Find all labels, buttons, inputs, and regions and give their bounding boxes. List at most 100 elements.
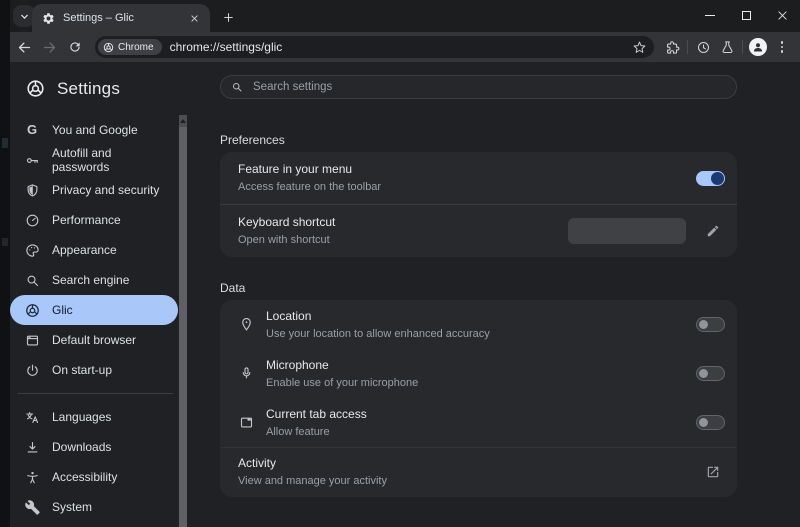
section-label-data: Data [220,281,246,295]
labs-beaker-icon [721,40,733,53]
profile-button[interactable] [746,35,770,59]
sidebar-item-autofill[interactable]: Autofill and passwords [10,145,178,175]
settings-sidebar: Settings G You and Google Autofill and p… [10,62,179,527]
close-window-button[interactable] [764,0,800,30]
row-current-tab-access: Current tab access Allow feature [220,398,737,447]
sidebar-item-label: Performance [52,213,121,227]
row-subtitle: Access feature on the toolbar [238,181,382,193]
edit-shortcut-button[interactable] [701,219,725,243]
sidebar-separator [18,393,173,394]
sidebar-item-label: Accessibility [52,470,118,484]
sidebar-item-default-browser[interactable]: Default browser [10,325,178,355]
kebab-menu-icon [780,41,784,53]
current-tab-toggle[interactable] [696,415,725,430]
toolbar-separator [742,40,743,54]
settings-page: Settings G You and Google Autofill and p… [10,62,800,527]
back-icon [18,42,31,52]
sidebar-item-appearance[interactable]: Appearance [10,235,178,265]
row-location: Location Use your location to allow enha… [220,300,737,349]
chrome-logo-icon [103,42,114,52]
gear-icon [43,12,54,24]
settings-content: Preferences Feature in your menu Access … [187,62,800,527]
toggle-knob [699,369,708,378]
close-icon [190,14,198,22]
keyboard-shortcut-input[interactable] [568,218,686,244]
chrome-window: Settings – Glic Chrome chrome://settings… [10,0,800,527]
address-bar[interactable]: Chrome chrome://settings/glic [95,36,654,58]
sidebar-item-label: Default browser [52,333,137,347]
tab-close-button[interactable] [186,10,202,26]
browser-tab-icon [238,415,254,431]
search-input[interactable] [251,80,726,94]
sidebar-item-label: Appearance [52,243,117,257]
extensions-button[interactable] [660,35,684,59]
minimize-button[interactable] [692,0,728,30]
sidebar-scrollbar[interactable] [179,115,187,527]
accessibility-person-icon [24,469,40,485]
bookmark-star-button[interactable] [633,41,646,54]
feature-in-menu-toggle[interactable] [696,170,725,186]
microphone-toggle[interactable] [696,366,725,381]
maximize-button[interactable] [728,0,764,30]
tab-settings-glic[interactable]: Settings – Glic [32,4,210,32]
row-title: Microphone [266,357,329,372]
row-keyboard-shortcut: Keyboard shortcut Open with shortcut [220,205,737,257]
microphone-icon [238,366,254,382]
open-in-new-icon [707,466,719,478]
browser-menu-button[interactable] [770,35,794,59]
toggle-knob [699,418,708,427]
sidebar-item-accessibility[interactable]: Accessibility [10,462,178,492]
background-window-edge [0,0,10,527]
sidebar-item-downloads[interactable]: Downloads [10,432,178,462]
sidebar-item-label: Autofill and passwords [52,146,112,174]
power-icon [24,362,40,378]
settings-search[interactable] [220,75,737,99]
sidebar-item-on-startup[interactable]: On start-up [10,355,178,385]
row-title: Current tab access [266,406,367,421]
speedometer-icon [24,212,40,228]
chevron-down-icon [20,14,28,19]
sidebar-item-glic[interactable]: Glic [10,295,178,325]
scrollbar-thumb[interactable] [179,127,187,527]
reload-button[interactable] [62,35,87,59]
row-activity[interactable]: Activity View and manage your activity [220,447,737,496]
sidebar-item-search-engine[interactable]: Search engine [10,265,178,295]
url-text[interactable]: chrome://settings/glic [170,40,627,54]
extensions-puzzle-icon [666,40,679,54]
close-icon [777,10,787,20]
sidebar-item-label: On start-up [52,363,113,377]
forward-button[interactable] [37,35,62,59]
labs-button[interactable] [715,35,739,59]
sidebar-item-performance[interactable]: Performance [10,205,178,235]
scrollbar-up-button[interactable] [179,115,187,127]
new-tab-button[interactable] [216,5,240,29]
sidebar-item-label: Languages [52,410,112,424]
back-button[interactable] [12,35,37,59]
forward-icon [43,42,56,52]
row-subtitle: Use your location to allow enhanced accu… [266,327,490,340]
sidebar-item-you-and-google[interactable]: G You and Google [10,115,178,145]
sidebar-item-privacy[interactable]: Privacy and security [10,175,178,205]
row-feature-in-menu: Feature in your menu Access feature on t… [220,152,737,204]
location-toggle[interactable] [696,317,725,332]
google-g-icon: G [26,122,38,137]
triangle-up-icon [180,119,186,123]
sidebar-item-label: Privacy and security [52,183,160,197]
palette-icon [24,242,40,258]
row-title: Location [266,308,312,323]
toggle-knob [699,320,708,329]
sidebar-item-system[interactable]: System [10,492,178,522]
chrome-page-chip[interactable]: Chrome [98,39,162,55]
magnifier-icon [24,272,40,288]
preferences-card: Feature in your menu Access feature on t… [220,152,737,257]
toolbar-separator [687,40,688,54]
chrome-logo-icon [27,80,44,97]
history-button[interactable] [691,35,715,59]
activity-external-link-button[interactable] [701,460,725,484]
tab-strip: Settings – Glic [10,0,800,32]
settings-header: Settings [10,62,179,98]
pencil-icon [707,225,719,237]
sidebar-item-languages[interactable]: Languages [10,402,178,432]
page-title: Settings [57,78,121,98]
reload-icon [69,42,80,52]
